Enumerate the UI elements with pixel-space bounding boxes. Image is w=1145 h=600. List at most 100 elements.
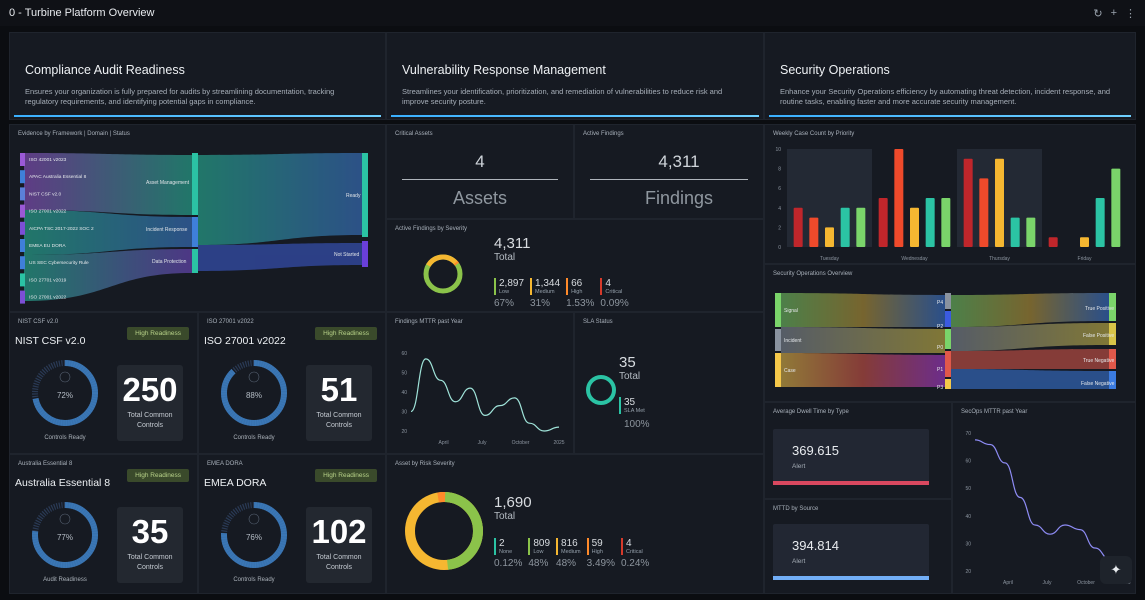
y-tick: 40 — [965, 514, 971, 520]
x-tick: Tuesday — [820, 256, 839, 262]
y-tick: 30 — [965, 541, 971, 547]
legend-pct: 48% — [528, 558, 549, 569]
section-description: Streamlines your identification, priorit… — [402, 87, 723, 106]
evidence-sankey-panel: Evidence by Framework | Domain | Status … — [9, 124, 386, 312]
sla-donut — [586, 375, 616, 405]
legend-key: High — [571, 289, 583, 295]
legend-item: 66 High — [566, 278, 594, 295]
mttd-panel: MTTD by Source 394.814 Alert — [764, 499, 952, 594]
legend-pct: 0.12% — [494, 558, 523, 569]
legend-pct: 48% — [556, 558, 577, 569]
priority-label: P1 — [937, 367, 943, 373]
y-tick: 50 — [965, 486, 971, 492]
framework-node — [20, 187, 25, 201]
legend-pct: 1.53% — [566, 298, 595, 309]
total-value: 35 — [619, 354, 636, 371]
framework-label: EMEA EU DORA — [29, 243, 66, 249]
more-icon[interactable]: ⋮ — [1125, 7, 1136, 20]
sla-met-value: 35 — [624, 397, 636, 408]
controls-count: 250 — [122, 371, 178, 408]
bar — [856, 207, 866, 247]
total-label: Total — [494, 511, 516, 522]
risk-donut — [405, 492, 483, 570]
readiness-card: Australia Essential 8 Australia Essentia… — [9, 454, 198, 594]
section-title: Security Operations — [780, 63, 890, 77]
legend-key: Low — [533, 549, 544, 555]
panel-title: Average Dwell Time by Type — [773, 409, 849, 415]
bar — [878, 198, 888, 247]
readiness-gauge: 77% — [32, 502, 98, 568]
readiness-badge: High Readiness — [127, 469, 189, 482]
readiness-pct: 77% — [57, 533, 73, 542]
controls-count: 51 — [320, 371, 358, 408]
page-title: 0 - Turbine Platform Overview — [9, 7, 155, 19]
critical-assets-panel: Critical Assets 4 Assets — [386, 124, 574, 219]
controls-count-box: 102 Total Common Controls — [306, 507, 372, 583]
refresh-icon[interactable]: ↻ — [1093, 7, 1102, 20]
y-tick: 0 — [778, 245, 781, 251]
total-value: 1,690 — [494, 494, 532, 511]
mttd-value: 394.814 — [792, 538, 839, 553]
priority-label: P4 — [937, 300, 943, 306]
risk-total: 1,690 Total — [494, 494, 532, 522]
y-tick: 10 — [775, 147, 781, 153]
line-series — [974, 439, 1126, 565]
bar — [925, 198, 935, 247]
framework-label: ISO 27001 v2022 — [29, 209, 67, 215]
magic-wand-button[interactable]: ✦ — [1100, 556, 1132, 584]
dwell-value: 369.615 — [792, 443, 839, 458]
panel-title: NIST CSF v2.0 — [18, 319, 59, 325]
framework-name: Australia Essential 8 — [15, 477, 111, 489]
add-icon[interactable]: + — [1111, 7, 1117, 20]
secops-header: Security Operations Enhance your Securit… — [764, 32, 1136, 120]
framework-label: APAC Australia Essential 8 — [29, 174, 87, 180]
bar — [840, 207, 850, 247]
legend-column: 59 High 3.49% — [586, 538, 615, 569]
legend-value: 809 — [533, 538, 551, 549]
readiness-card: EMEA DORA EMEA DORA High Readiness 76% C… — [198, 454, 386, 594]
x-tick: April — [439, 440, 449, 446]
total-label: Total — [494, 252, 516, 263]
legend-pct: 3.49% — [586, 558, 615, 569]
severity-legend: 2,897 Low 67% 1,344 Medium 31% 66 High 1.53% 4… — [494, 278, 629, 309]
line-series — [410, 358, 560, 432]
bar — [1048, 237, 1058, 247]
controls-count-box: 250 Total Common Controls — [117, 365, 183, 441]
divider — [590, 179, 748, 180]
framework-node — [20, 204, 25, 218]
risk-legend: 2 None 0.12% 809 Low 48% 816 Medium 48% 59 Hig… — [494, 538, 649, 569]
x-tick: Thursday — [989, 256, 1010, 262]
bar — [995, 158, 1004, 247]
framework-label: US SEC Cybersecurity Rule — [29, 260, 89, 266]
sla-met-pct: 100% — [624, 419, 650, 430]
dwell-label: Alert — [792, 463, 806, 470]
ring-label: Controls Ready — [233, 435, 275, 441]
legend-key: Low — [499, 289, 510, 295]
legend-key: Critical — [625, 549, 643, 555]
framework-node — [20, 256, 25, 270]
legend-column: 66 High 1.53% — [566, 278, 594, 309]
ring-label: Controls Ready — [44, 435, 86, 441]
x-tick: Wednesday — [901, 256, 928, 262]
sla-panel: SLA Status 35 Total 35 SLA Met 100% — [574, 312, 764, 454]
active-findings-label: Findings — [644, 188, 714, 208]
legend-value: 816 — [561, 538, 578, 549]
legend-value: 4 — [625, 538, 632, 549]
legend-item: 1,344 Medium — [530, 278, 560, 295]
x-tick: 2025 — [553, 440, 564, 446]
readiness-gauge: 76% — [221, 502, 287, 568]
legend-item: 2 None — [494, 538, 522, 555]
controls-label: Total Common Controls — [127, 554, 173, 571]
y-tick: 2 — [778, 225, 781, 231]
legend-pct: 0.09% — [600, 298, 629, 309]
panel-title: Active Findings by Severity — [395, 226, 468, 232]
status-label: Ready — [346, 193, 361, 199]
vuln-header: Vulnerability Response Management Stream… — [386, 32, 764, 120]
total-label: Total — [619, 371, 641, 382]
severity-panel: Active Findings by Severity 4,311 Total … — [386, 219, 764, 312]
panel-title: Active Findings — [583, 131, 624, 137]
legend-item: 4 Critical — [600, 278, 628, 295]
source-label: Case — [784, 368, 796, 374]
sla-total: 35 Total — [619, 354, 640, 382]
y-tick: 4 — [778, 206, 781, 212]
